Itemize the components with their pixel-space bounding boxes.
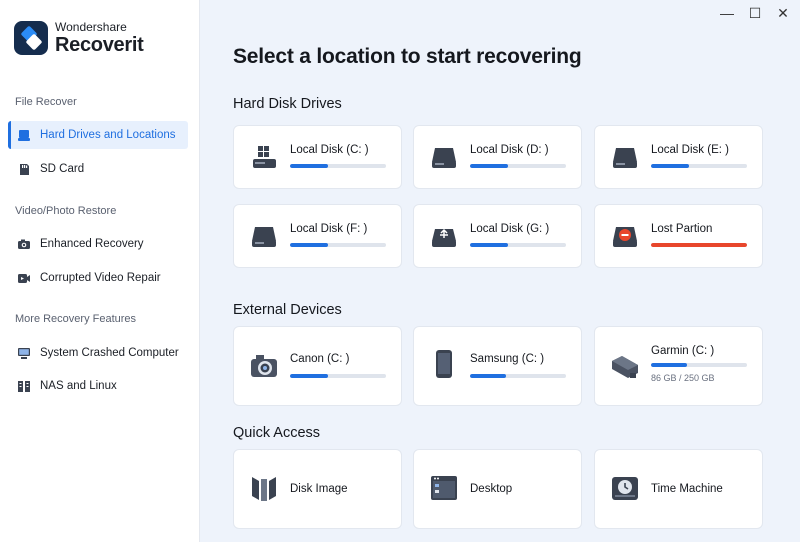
sidebar-item-hard-drives[interactable]: Hard Drives and Locations xyxy=(8,121,188,149)
group-title-quick-access: Quick Access xyxy=(233,425,321,441)
disk-card-d[interactable]: Local Disk (D: ) xyxy=(413,125,582,189)
close-button[interactable]: ✕ xyxy=(776,5,790,21)
device-card-garmin[interactable]: Garmin (C: ) 86 GB / 250 GB xyxy=(594,326,763,406)
disk-icon xyxy=(249,221,279,251)
disk-card-lost-partition[interactable]: Lost Partion xyxy=(594,204,763,268)
page-title: Select a location to start recovering xyxy=(233,45,582,68)
windows-disk-icon xyxy=(249,142,279,172)
sidebar-item-nas-linux[interactable]: NAS and Linux xyxy=(8,372,188,400)
device-usage-bar xyxy=(290,374,386,378)
usb-disk-icon xyxy=(429,221,459,251)
gps-device-icon xyxy=(610,351,640,381)
sidebar-item-label: Corrupted Video Repair xyxy=(40,272,161,284)
disk-card-e[interactable]: Local Disk (E: ) xyxy=(594,125,763,189)
disk-label: Local Disk (F: ) xyxy=(290,223,368,235)
sidebar-item-label: Hard Drives and Locations xyxy=(40,129,176,141)
sidebar-item-system-crashed[interactable]: System Crashed Computer xyxy=(8,339,188,367)
monitor-icon xyxy=(17,347,31,360)
sidebar: Wondershare Recoverit File Recover Hard … xyxy=(0,0,200,542)
disk-label: Local Disk (G: ) xyxy=(470,223,550,235)
time-machine-icon xyxy=(610,473,640,503)
disk-icon xyxy=(610,142,640,172)
disk-usage-bar xyxy=(290,164,386,168)
quick-card-desktop[interactable]: Desktop xyxy=(413,449,582,529)
nas-icon xyxy=(17,380,31,393)
group-title-external: External Devices xyxy=(233,302,342,318)
device-label: Samsung (C: ) xyxy=(470,353,545,365)
device-card-samsung[interactable]: Samsung (C: ) xyxy=(413,326,582,406)
disk-usage-bar xyxy=(290,243,386,247)
section-more-features: More Recovery Features xyxy=(15,313,137,325)
brand-line2: Recoverit xyxy=(55,34,144,56)
disk-label: Local Disk (E: ) xyxy=(651,144,729,156)
device-label: Garmin (C: ) xyxy=(651,345,715,357)
sidebar-item-label: System Crashed Computer xyxy=(40,347,179,359)
sd-card-icon xyxy=(17,163,31,176)
section-video-photo: Video/Photo Restore xyxy=(15,205,117,217)
disk-card-g[interactable]: Local Disk (G: ) xyxy=(413,204,582,268)
maximize-button[interactable]: ☐ xyxy=(748,5,762,21)
device-label: Canon (C: ) xyxy=(290,353,350,365)
minimize-button[interactable]: — xyxy=(720,5,734,21)
disk-usage-bar xyxy=(470,243,566,247)
main-panel: — ☐ ✕ Select a location to start recover… xyxy=(200,0,800,542)
brand-line1: Wondershare xyxy=(55,20,127,34)
lost-partition-icon xyxy=(610,221,640,251)
sidebar-item-corrupted-video[interactable]: Corrupted Video Repair xyxy=(8,264,188,292)
disk-label: Local Disk (D: ) xyxy=(470,144,549,156)
hard-drive-icon xyxy=(17,129,31,142)
video-repair-icon xyxy=(17,272,31,285)
brand: Wondershare Recoverit xyxy=(14,20,144,56)
device-usage-bar xyxy=(470,374,566,378)
recoverit-logo-icon xyxy=(14,21,48,55)
desktop-icon xyxy=(429,473,459,503)
disk-card-f[interactable]: Local Disk (F: ) xyxy=(233,204,402,268)
disk-usage-bar xyxy=(470,164,566,168)
device-card-canon[interactable]: Canon (C: ) xyxy=(233,326,402,406)
sidebar-item-label: SD Card xyxy=(40,163,85,175)
section-file-recover: File Recover xyxy=(15,96,77,108)
sidebar-item-sd-card[interactable]: SD Card xyxy=(8,155,188,183)
sidebar-item-label: Enhanced Recovery xyxy=(40,238,144,250)
camera-device-icon xyxy=(249,351,279,381)
device-usage-bar xyxy=(651,363,747,367)
disk-label: Lost Partion xyxy=(651,223,713,235)
sidebar-item-label: NAS and Linux xyxy=(40,380,117,392)
quick-card-time-machine[interactable]: Time Machine xyxy=(594,449,763,529)
disk-card-c[interactable]: Local Disk (C: ) xyxy=(233,125,402,189)
group-title-hard-disk: Hard Disk Drives xyxy=(233,96,342,112)
quick-label: Desktop xyxy=(470,483,513,495)
app-window: Wondershare Recoverit File Recover Hard … xyxy=(0,0,800,542)
quick-card-disk-image[interactable]: Disk Image xyxy=(233,449,402,529)
disk-usage-bar xyxy=(651,164,747,168)
disk-usage-bar xyxy=(651,243,747,247)
disk-image-icon xyxy=(249,473,279,503)
disk-icon xyxy=(429,142,459,172)
device-capacity: 86 GB / 250 GB xyxy=(651,373,715,383)
disk-label: Local Disk (C: ) xyxy=(290,144,369,156)
camera-icon xyxy=(17,238,31,251)
quick-label: Time Machine xyxy=(651,483,723,495)
sidebar-item-enhanced-recovery[interactable]: Enhanced Recovery xyxy=(8,230,188,258)
phone-device-icon xyxy=(429,349,459,379)
quick-label: Disk Image xyxy=(290,483,348,495)
